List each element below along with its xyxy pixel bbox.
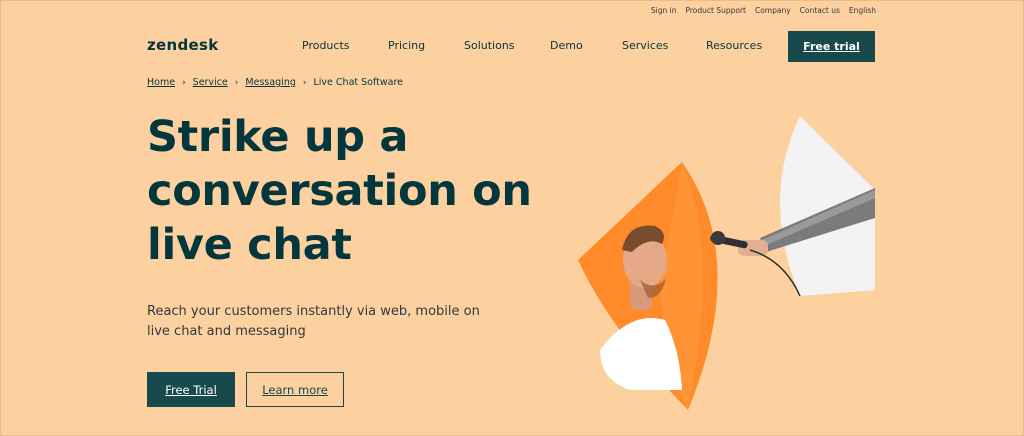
nav-item-solutions[interactable]: Solutions [464, 39, 515, 52]
breadcrumb-messaging[interactable]: Messaging [245, 77, 295, 88]
nav-item-services[interactable]: Services [622, 39, 668, 52]
nav-item-products[interactable]: Products [302, 39, 350, 52]
nav-item-pricing[interactable]: Pricing [388, 39, 425, 52]
nav-item-resources[interactable]: Resources [706, 39, 762, 52]
free-trial-button[interactable]: Free Trial [147, 372, 235, 407]
utility-contact-us[interactable]: Contact us [800, 6, 840, 15]
utility-sign-in[interactable]: Sign in [651, 6, 677, 15]
chevron-right-icon: › [182, 77, 186, 88]
hero-title-line: live chat [147, 220, 352, 270]
chevron-right-icon: › [302, 77, 307, 88]
breadcrumb-home[interactable]: Home [147, 77, 175, 88]
utility-language[interactable]: English [849, 6, 876, 15]
breadcrumb-service[interactable]: Service [193, 77, 228, 88]
learn-more-button[interactable]: Learn more [246, 372, 344, 407]
breadcrumb-current: Live Chat Software [313, 77, 404, 88]
utility-nav: Sign in Product Support Company Contact … [642, 6, 876, 15]
hero-title-line: conversation on [147, 166, 532, 216]
hero-title: Strike up a conversation on live chat [147, 110, 607, 272]
hero-title-line: Strike up a [147, 112, 409, 162]
zendesk-logo[interactable]: zendesk [147, 36, 219, 54]
hero-subtitle: Reach your customers instantly via web, … [147, 304, 480, 339]
free-trial-nav-button[interactable]: Free trial [788, 31, 875, 62]
hero-illustration [578, 116, 875, 410]
utility-product-support[interactable]: Product Support [685, 6, 746, 15]
utility-company[interactable]: Company [755, 6, 791, 15]
nav-item-demo[interactable]: Demo [550, 39, 583, 52]
breadcrumb: Home › Service › Messaging › Live Chat S… [147, 77, 403, 88]
chevron-right-icon: › [234, 77, 239, 88]
